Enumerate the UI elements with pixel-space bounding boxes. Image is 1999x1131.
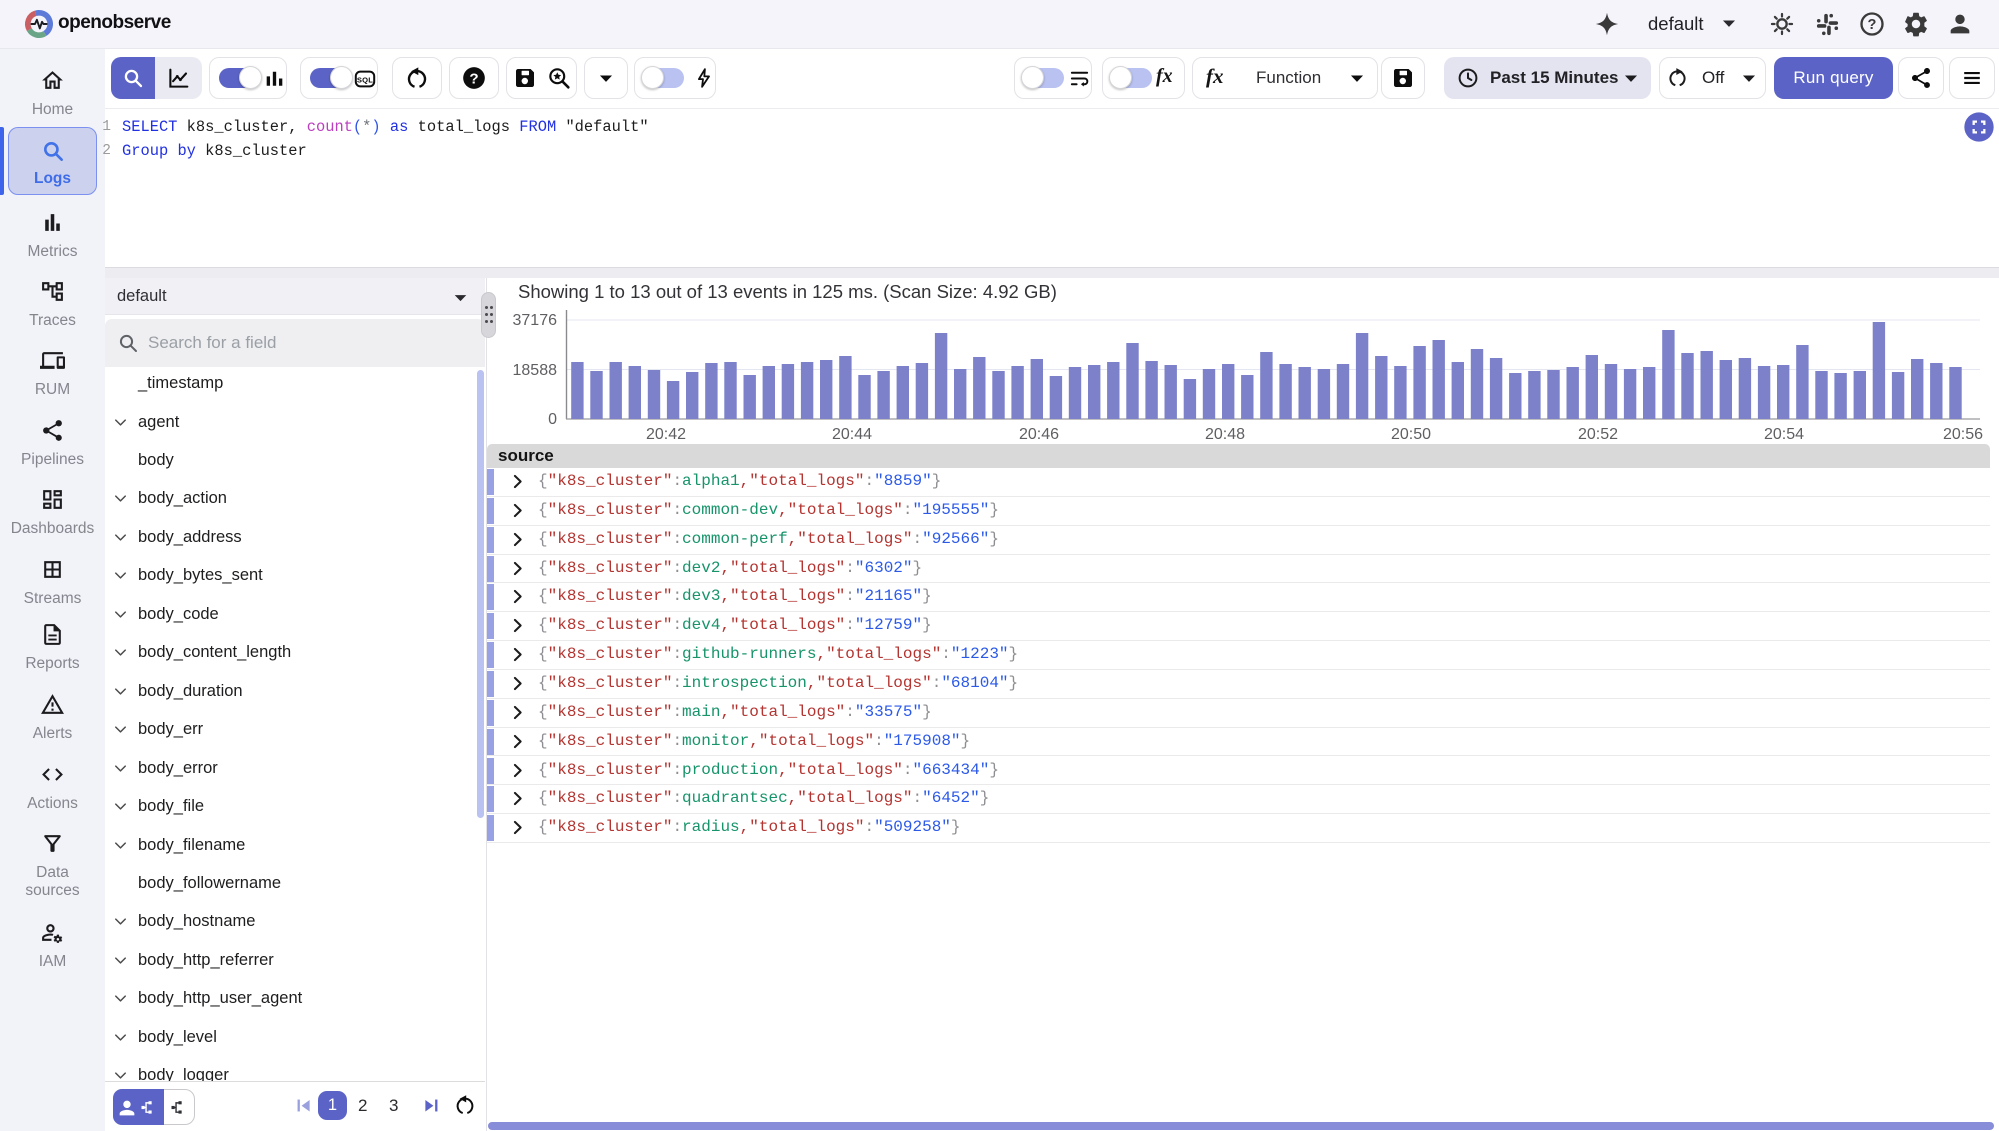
svg-text:20:52: 20:52 xyxy=(1578,426,1618,443)
svg-text:?: ? xyxy=(469,70,478,87)
svg-text:20:44: 20:44 xyxy=(832,426,872,443)
svg-text:0: 0 xyxy=(548,411,557,428)
svg-text:SQL: SQL xyxy=(357,76,373,85)
svg-text:20:56: 20:56 xyxy=(1943,426,1983,443)
svg-text:20:48: 20:48 xyxy=(1205,426,1245,443)
svg-text:20:50: 20:50 xyxy=(1391,426,1431,443)
svg-text:?: ? xyxy=(1868,17,1877,33)
svg-text:18588: 18588 xyxy=(513,362,558,379)
svg-text:20:54: 20:54 xyxy=(1764,426,1804,443)
svg-text:20:46: 20:46 xyxy=(1019,426,1059,443)
svg-text:20:42: 20:42 xyxy=(646,426,686,443)
svg-text:37176: 37176 xyxy=(513,312,558,329)
